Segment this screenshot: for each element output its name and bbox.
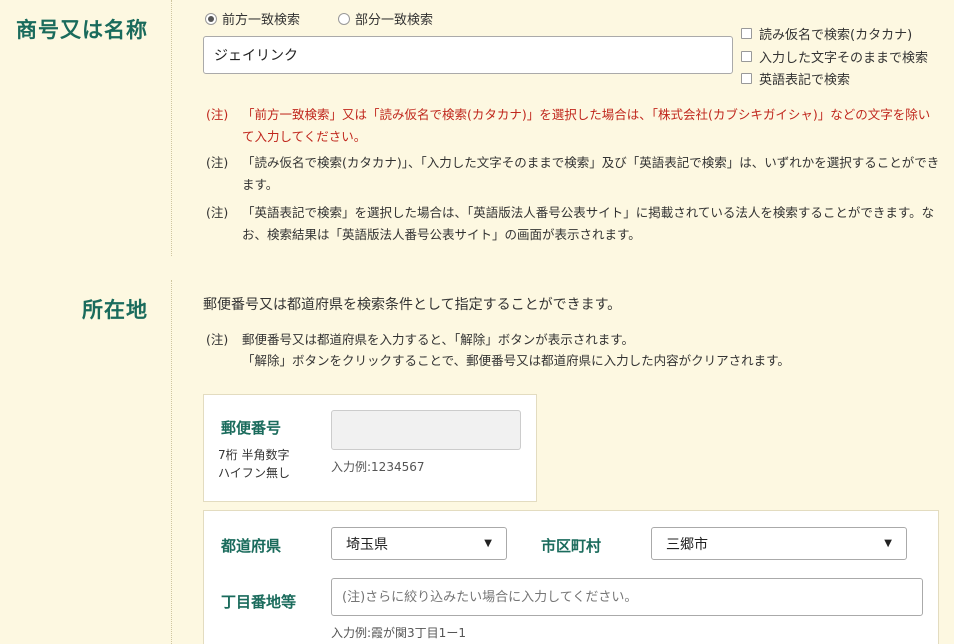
trade-name-input[interactable]: ジェイリンク bbox=[203, 36, 733, 74]
location-label: 所在地 bbox=[82, 298, 148, 322]
checkbox-box[interactable] bbox=[741, 73, 752, 84]
radio-prefix-match[interactable]: 前方一致検索 bbox=[205, 9, 300, 28]
chome-example: 入力例:霞が関3丁目1ー1 bbox=[331, 626, 466, 640]
chome-input[interactable] bbox=[331, 578, 923, 616]
checkbox-english-label: 英語表記で検索 bbox=[759, 73, 851, 88]
note-english-site: (注) 「英語表記で検索」を選択した場合は、「英語版法人番号公表サイト」に掲載さ… bbox=[206, 202, 948, 246]
checkbox-kana-label: 読み仮名で検索(カタカナ) bbox=[759, 28, 913, 43]
chome-label: 丁目番地等 bbox=[221, 593, 297, 611]
note-text: 「前方一致検索」又は「読み仮名で検索(カタカナ)」を選択した場合は、「株式会社(… bbox=[242, 107, 931, 144]
radio-partial-label: 部分一致検索 bbox=[355, 13, 434, 28]
checkbox-kana[interactable]: 読み仮名で検索(カタカナ) bbox=[741, 24, 912, 43]
note-line-2: 「解除」ボタンをクリックすることで、郵便番号又は都道府県に入力した内容がクリアさ… bbox=[242, 353, 790, 368]
city-value: 三郷市 bbox=[666, 536, 708, 553]
postal-label: 郵便番号 bbox=[221, 419, 282, 437]
city-select[interactable]: 三郷市 ▼ bbox=[651, 527, 907, 560]
checkbox-box[interactable] bbox=[741, 51, 752, 62]
note-prefix-kana: (注) 「前方一致検索」又は「読み仮名で検索(カタカナ)」を選択した場合は、「株… bbox=[206, 104, 940, 148]
note-text: 郵便番号又は都道府県を入力すると、「解除」ボタンが表示されます。 「解除」ボタン… bbox=[242, 329, 790, 371]
note-checkbox-choice: (注) 「読み仮名で検索(カタカナ)」、「入力した文字そのままで検索」及び「英語… bbox=[206, 152, 940, 196]
checkbox-as-is[interactable]: 入力した文字そのままで検索 bbox=[741, 47, 928, 66]
city-label: 市区町村 bbox=[541, 537, 602, 555]
prefecture-value: 埼玉県 bbox=[346, 536, 388, 553]
prefecture-select[interactable]: 埼玉県 ▼ bbox=[331, 527, 507, 560]
divider-vertical bbox=[171, 280, 172, 644]
postal-sub-1: 7桁 半角数字 bbox=[218, 448, 290, 462]
divider-vertical bbox=[171, 0, 172, 256]
location-intro: 郵便番号又は都道府県を検索条件として指定することができます。 bbox=[203, 297, 622, 313]
note-tag: (注) bbox=[206, 107, 229, 122]
radio-dot[interactable] bbox=[205, 12, 217, 25]
note-text: 「英語表記で検索」を選択した場合は、「英語版法人番号公表サイト」に掲載されている… bbox=[242, 205, 935, 242]
chevron-down-icon: ▼ bbox=[884, 538, 892, 549]
checkbox-english[interactable]: 英語表記で検索 bbox=[741, 69, 850, 88]
prefecture-label: 都道府県 bbox=[221, 537, 282, 555]
note-text: 「読み仮名で検索(カタカナ)」、「入力した文字そのままで検索」及び「英語表記で検… bbox=[242, 155, 940, 192]
checkbox-box[interactable] bbox=[741, 28, 752, 39]
note-tag: (注) bbox=[206, 155, 229, 170]
note-line-1: 郵便番号又は都道府県を入力すると、「解除」ボタンが表示されます。 bbox=[242, 332, 635, 347]
trade-name-label: 商号又は名称 bbox=[16, 18, 148, 42]
postal-sub-2: ハイフン無し bbox=[218, 466, 291, 480]
radio-prefix-label: 前方一致検索 bbox=[222, 13, 301, 28]
postal-example: 入力例:1234567 bbox=[331, 460, 425, 474]
radio-dot[interactable] bbox=[338, 12, 350, 25]
note-tag: (注) bbox=[206, 332, 229, 347]
postal-input[interactable] bbox=[331, 410, 521, 450]
note-tag: (注) bbox=[206, 205, 229, 220]
radio-partial-match[interactable]: 部分一致検索 bbox=[338, 9, 433, 28]
checkbox-as-is-label: 入力した文字そのままで検索 bbox=[759, 51, 929, 66]
chevron-down-icon: ▼ bbox=[484, 538, 492, 549]
location-note: (注) 郵便番号又は都道府県を入力すると、「解除」ボタンが表示されます。 「解除… bbox=[206, 329, 926, 371]
